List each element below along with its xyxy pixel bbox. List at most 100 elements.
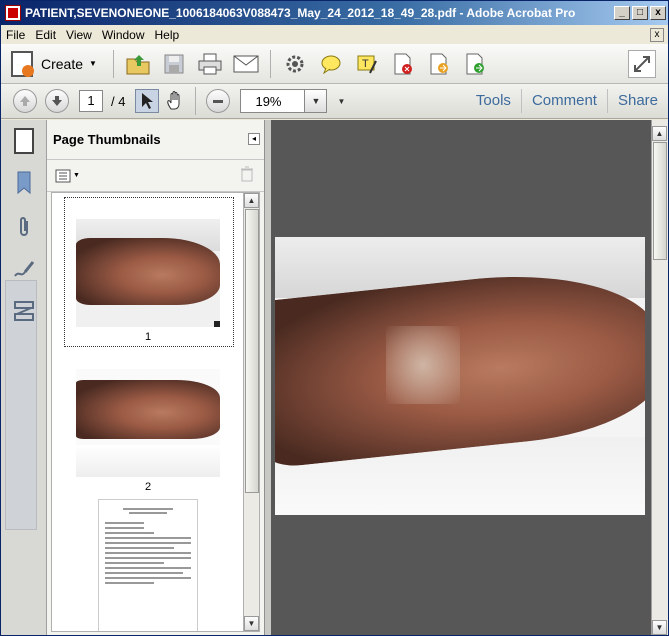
menu-file[interactable]: File [1,28,30,42]
thumbnail-label: 1 [144,331,152,343]
export-button[interactable] [425,50,453,78]
document-scrollbar[interactable]: ▲ ▼ [651,120,668,635]
close-button[interactable]: x [650,6,666,20]
select-tool-button[interactable] [135,89,160,113]
arrow-down-icon [52,96,62,106]
scroll-thumb[interactable] [653,142,667,260]
tools-link[interactable]: Tools [466,89,521,113]
text-line [105,532,154,534]
maximize-button[interactable]: □ [632,6,648,20]
acrobat-app-icon [5,5,21,21]
thumbnail-scrollbar[interactable]: ▲ ▼ [243,192,260,632]
scroll-down-button[interactable]: ▼ [244,616,259,631]
attachments-button[interactable] [11,214,37,240]
highlight-text-button[interactable]: T [353,50,381,78]
remove-button[interactable] [389,50,417,78]
text-line [105,557,191,559]
menu-help[interactable]: Help [150,28,185,42]
insert-page-icon [466,53,484,74]
text-line [105,572,184,574]
menu-edit[interactable]: Edit [30,28,61,42]
text-line [105,582,154,584]
scroll-up-button[interactable]: ▲ [652,126,667,141]
gear-icon [286,55,304,72]
email-button[interactable] [232,50,260,78]
text-line [105,562,164,564]
page-thumbnails-panel: Page Thumbnails ◂ ▼ 1 2 ▲ ▼ [47,120,265,635]
acrobat-window: PATIENT,SEVENONEONE_1006184063V088473_Ma… [0,0,669,636]
print-button[interactable] [196,50,224,78]
bookmarks-button[interactable] [11,170,37,196]
email-icon [233,55,259,72]
next-page-button[interactable] [45,89,69,113]
panel-splitter[interactable] [265,120,271,635]
settings-button[interactable] [281,50,309,78]
scroll-down-button[interactable]: ▼ [652,620,667,635]
zoom-out-button[interactable] [206,89,231,113]
share-link[interactable]: Share [606,89,668,113]
create-button[interactable]: Create ▼ [11,50,97,77]
leg-image [76,238,220,306]
page-number-input[interactable]: 1 [79,90,103,112]
menu-window[interactable]: Window [97,28,150,42]
comment-button[interactable] [317,50,345,78]
document-close-button[interactable]: x [650,27,664,42]
scroll-up-button[interactable]: ▲ [244,193,259,208]
menu-view[interactable]: View [61,28,97,42]
title-bar: PATIENT,SEVENONEONE_1006184063V088473_Ma… [1,1,668,25]
more-tools-dropdown-icon[interactable]: ▼ [337,97,345,106]
options-menu-button[interactable]: ▼ [55,169,80,183]
save-button[interactable] [160,50,188,78]
signature-pen-icon [14,261,35,277]
navigation-pane-bar [1,120,47,635]
thumbnail-page-3[interactable] [98,499,198,631]
save-icon [164,54,184,73]
hand-tool-button[interactable] [163,89,187,113]
panel-title: Page Thumbnails [53,132,161,147]
page-thumbnails-icon[interactable] [14,128,34,154]
thumbnail-page-1[interactable]: 1 [76,219,220,343]
text-line [105,567,191,569]
thumbnail-image [76,369,220,477]
comment-link[interactable]: Comment [520,89,607,113]
layers-button[interactable] [11,298,37,324]
options-list-icon [55,169,71,182]
trash-icon [241,166,253,182]
navigation-toolbar: 1 / 4 19% ▼ ▼ Tools Comment Share [1,84,668,119]
text-line [105,552,191,554]
zoom-input[interactable]: 19% [240,89,306,113]
resize-handle[interactable] [214,321,220,327]
folder-icon [126,54,150,74]
toolbar-separator [112,49,114,78]
page-1-photo [275,237,645,515]
text-line [105,542,191,544]
create-label: Create [41,55,84,72]
zoom-dropdown-button[interactable]: ▼ [305,89,328,113]
task-pane-links: Tools Comment Share [466,84,668,118]
full-screen-button[interactable] [628,49,656,78]
open-folder-button[interactable] [124,50,152,78]
previous-page-button[interactable] [13,89,37,113]
delete-pages-button[interactable] [240,166,254,185]
signatures-button[interactable] [11,256,37,282]
thumbnail-page-2[interactable]: 2 [76,369,220,493]
text-line [123,508,173,510]
insert-button[interactable] [461,50,489,78]
thumbnail-label: 2 [144,481,152,493]
text-line [105,577,191,579]
lesion-area [386,325,460,404]
arrow-up-icon [20,96,30,106]
thumbnail-image [76,219,220,327]
minimize-button[interactable]: _ [614,6,630,20]
collapse-panel-button[interactable]: ◂ [248,133,260,145]
create-dropdown-icon: ▼ [89,59,97,68]
document-view [265,120,651,635]
minus-icon [213,100,224,103]
toolbar-separator [195,87,197,115]
svg-text:T: T [362,58,369,70]
scroll-thumb[interactable] [245,209,259,493]
delete-page-icon [394,53,412,74]
text-line [105,547,174,549]
create-icon [11,50,34,77]
highlight-icon: T [357,55,377,73]
